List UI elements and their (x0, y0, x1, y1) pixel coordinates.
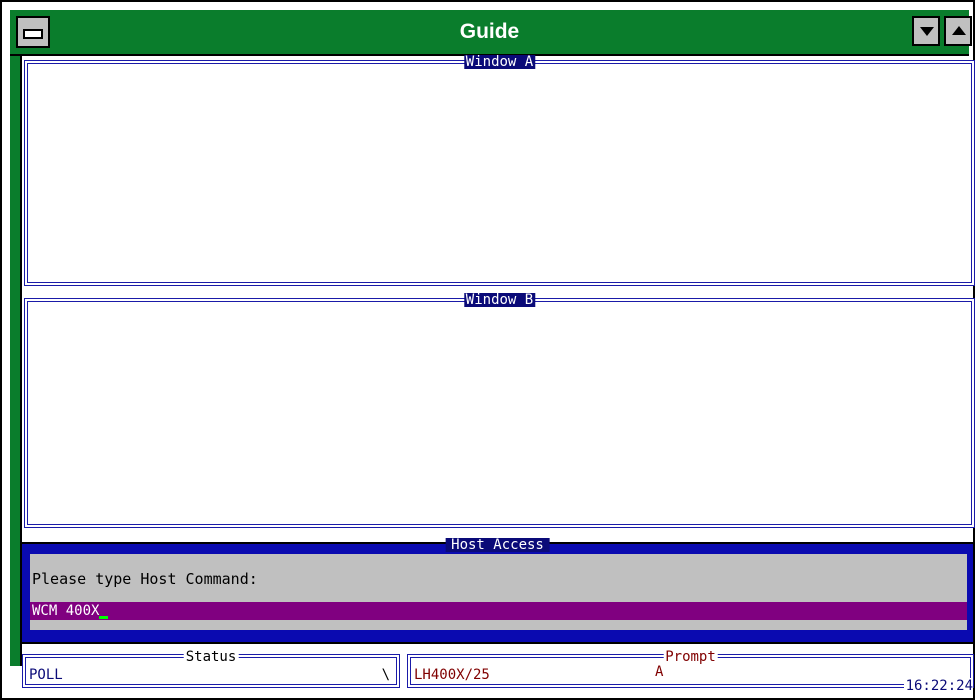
host-access-title: Host Access (445, 538, 550, 552)
maximize-button[interactable] (944, 16, 972, 46)
window-a-title: Window A (463, 54, 536, 70)
app-window: Guide Window A Window B Host Access Plea… (0, 0, 975, 700)
window-title: Guide (459, 20, 520, 43)
status-spinner-icon: \ (381, 667, 390, 683)
host-command-prompt: Please type Host Command: (32, 570, 258, 588)
minimize-button[interactable] (912, 16, 940, 46)
chevron-up-icon (952, 26, 966, 35)
status-title: Status (183, 649, 239, 665)
prompt-letter: A (655, 664, 664, 680)
window-b-title: Window B (463, 292, 536, 308)
host-command-value: WCM 400X (32, 603, 100, 619)
prompt-panel: Prompt LH400X/25 A (407, 650, 974, 688)
title-bar[interactable]: Guide (10, 10, 972, 56)
status-value: POLL (29, 667, 63, 683)
text-cursor (99, 616, 109, 619)
window-frame-edge (10, 56, 20, 666)
status-panel: Status POLL \ (22, 650, 400, 688)
clock: 16:22:24 (903, 678, 973, 694)
host-access-body: Please type Host Command: WCM 400X (30, 554, 967, 630)
host-access-panel: Host Access Please type Host Command: WC… (20, 538, 975, 644)
prompt-title: Prompt (663, 649, 718, 665)
window-a-panel[interactable]: Window A (24, 55, 975, 286)
host-command-input[interactable]: WCM 400X (30, 602, 967, 620)
chevron-down-icon (920, 27, 934, 36)
window-b-panel[interactable]: Window B (24, 293, 975, 528)
prompt-value: LH400X/25 (414, 667, 490, 683)
